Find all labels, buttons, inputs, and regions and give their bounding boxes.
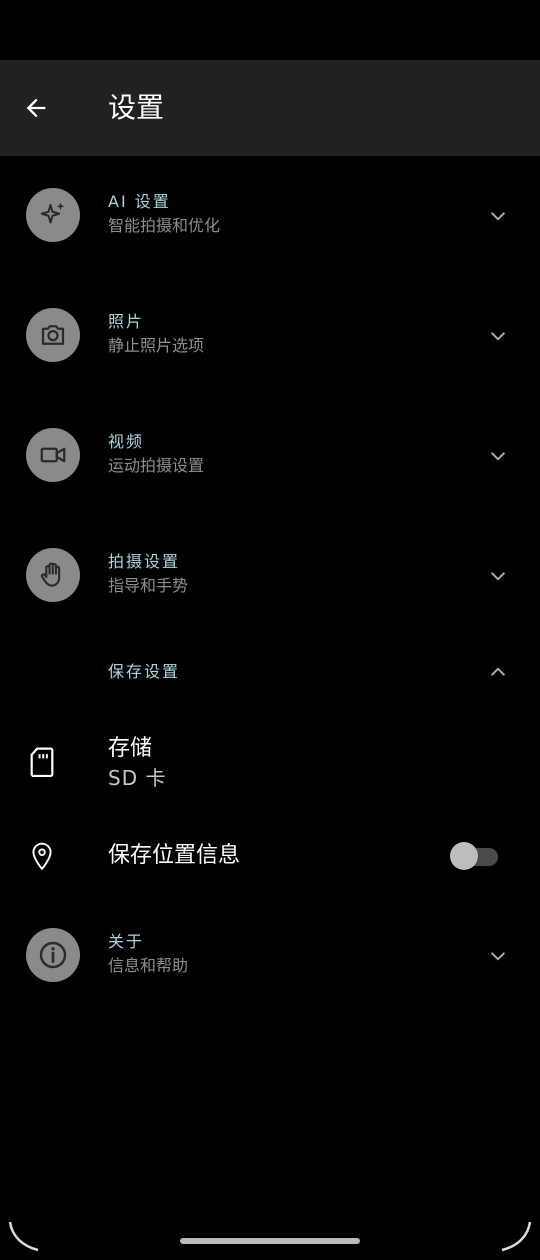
settings-row-title: 拍摄设置 <box>108 552 181 571</box>
capture-icon-circle <box>26 548 80 602</box>
location-pin-icon <box>26 840 58 872</box>
status-bar <box>0 0 540 60</box>
settings-row-photo[interactable]: 照片 静止照片选项 <box>0 276 540 396</box>
hand-icon <box>40 562 61 587</box>
toggle-thumb <box>450 842 478 870</box>
chevron-down-icon <box>484 322 512 350</box>
sd-card-icon <box>26 746 58 778</box>
settings-row-subtitle: 指导和手势 <box>108 576 189 595</box>
settings-row-title: 关于 <box>108 932 145 951</box>
settings-row-subtitle: 信息和帮助 <box>108 956 189 975</box>
screen-corner-right <box>501 1221 532 1252</box>
location-setting[interactable]: 保存位置信息 <box>0 816 540 896</box>
section-title: 保存设置 <box>108 662 181 681</box>
storage-label: 存储 <box>108 736 153 761</box>
chevron-down-icon <box>484 442 512 470</box>
camera-icon <box>41 325 65 345</box>
settings-row-title: 视频 <box>108 432 145 451</box>
settings-row-subtitle: 静止照片选项 <box>108 336 205 355</box>
location-toggle[interactable] <box>450 841 500 871</box>
screen-corner-left <box>8 1221 39 1252</box>
about-icon-circle <box>26 928 80 982</box>
storage-setting[interactable]: 存储 SD 卡 <box>0 716 540 816</box>
settings-row-subtitle: 智能拍摄和优化 <box>108 216 221 235</box>
settings-row-capture[interactable]: 拍摄设置 指导和手势 <box>0 516 540 636</box>
back-button[interactable] <box>14 86 58 130</box>
settings-row-ai[interactable]: AI 设置 智能拍摄和优化 <box>0 156 540 276</box>
chevron-down-icon <box>484 942 512 970</box>
settings-row-title: AI 设置 <box>108 192 171 211</box>
sparkle-icon <box>40 202 65 224</box>
video-icon-circle <box>26 428 80 482</box>
settings-row-subtitle: 运动拍摄设置 <box>108 456 205 475</box>
chevron-up-icon <box>484 658 512 686</box>
settings-row-title: 照片 <box>108 312 145 331</box>
chevron-down-icon <box>484 202 512 230</box>
page-title: 设置 <box>108 91 165 124</box>
settings-row-about[interactable]: 关于 信息和帮助 <box>0 896 540 1016</box>
settings-section-save[interactable]: 保存设置 <box>0 636 540 708</box>
chevron-down-icon <box>484 562 512 590</box>
photo-icon-circle <box>26 308 80 362</box>
settings-row-video[interactable]: 视频 运动拍摄设置 <box>0 396 540 516</box>
location-label: 保存位置信息 <box>108 843 241 868</box>
storage-value: SD 卡 <box>108 766 167 790</box>
info-icon <box>39 941 67 969</box>
ai-icon-circle <box>26 188 80 242</box>
video-camera-icon <box>40 447 66 463</box>
gesture-navigation-bar[interactable] <box>180 1238 360 1244</box>
arrow-left-icon <box>26 98 46 118</box>
app-bar: 设置 <box>0 60 540 156</box>
